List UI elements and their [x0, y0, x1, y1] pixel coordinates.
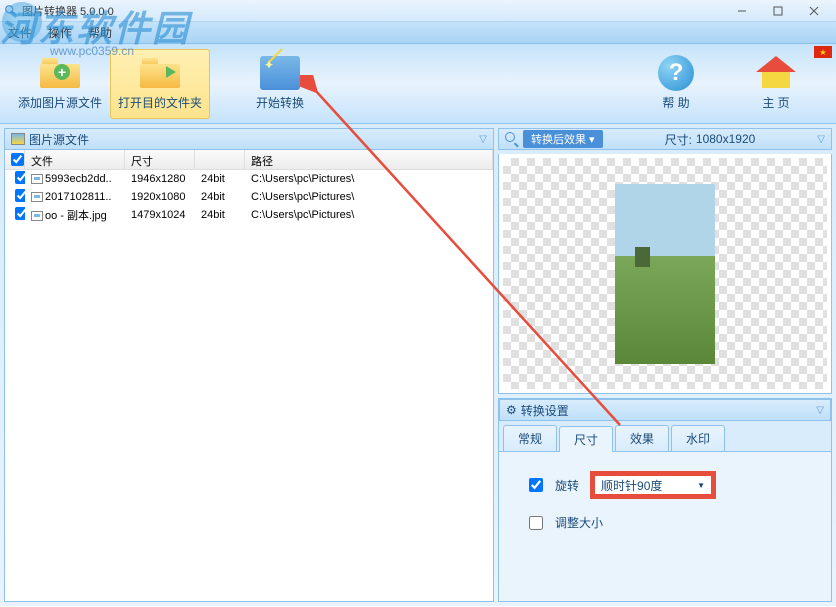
china-flag-icon[interactable]: ★ — [814, 46, 832, 58]
open-folder-button[interactable]: 打开目的文件夹 — [110, 49, 210, 119]
col-checkbox[interactable] — [5, 150, 25, 169]
col-path[interactable]: 路径 — [245, 150, 493, 169]
start-convert-label: 开始转换 — [256, 94, 304, 111]
tab-watermark[interactable]: 水印 — [671, 425, 725, 451]
list-header: 文件 尺寸 路径 — [5, 150, 493, 170]
file-icon — [31, 211, 43, 221]
file-icon — [31, 192, 43, 202]
rotate-label: 旋转 — [555, 477, 579, 494]
magnifier-icon — [505, 132, 519, 146]
home-icon — [756, 56, 796, 90]
title-bar: 图片转换器 5.0.0.0 — [0, 0, 836, 22]
row-checkbox[interactable] — [15, 207, 25, 220]
source-panel-header: 图片源文件 ▽ — [4, 128, 494, 150]
open-folder-label: 打开目的文件夹 — [118, 94, 202, 111]
add-source-button[interactable]: + 添加图片源文件 — [10, 49, 110, 119]
help-icon: ? — [658, 55, 694, 91]
preview-box — [498, 154, 832, 394]
collapse-icon[interactable]: ▽ — [817, 134, 825, 145]
menu-help[interactable]: 帮助 — [88, 24, 112, 41]
source-panel-title: 图片源文件 — [29, 131, 89, 148]
folder-arrow-icon — [140, 58, 180, 88]
settings-tabs: 常规 尺寸 效果 水印 — [499, 421, 831, 452]
tab-effect[interactable]: 效果 — [615, 425, 669, 451]
home-button[interactable]: 主 页 — [726, 49, 826, 119]
col-size[interactable]: 尺寸 — [125, 150, 195, 169]
col-bit[interactable] — [195, 150, 245, 169]
gear-icon: ⚙ — [506, 403, 517, 417]
collapse-icon[interactable]: ▽ — [479, 134, 487, 145]
table-row[interactable]: 2017102811.. 1920x1080 24bit C:\Users\pc… — [5, 188, 493, 206]
rotate-checkbox[interactable] — [529, 478, 543, 492]
file-icon — [31, 174, 43, 184]
minimize-button[interactable] — [724, 2, 760, 20]
help-label: 帮 助 — [662, 94, 689, 111]
row-checkbox[interactable] — [15, 171, 25, 184]
table-row[interactable]: oo - 副本.jpg 1479x1024 24bit C:\Users\pc\… — [5, 206, 493, 224]
resize-checkbox[interactable] — [529, 516, 543, 530]
preview-tag[interactable]: 转换后效果 ▾ — [523, 130, 603, 148]
col-file[interactable]: 文件 — [25, 150, 125, 169]
dim-value: 1080x1920 — [696, 132, 755, 146]
menu-bar: 文件 操作 帮助 — [0, 22, 836, 44]
settings-header: ⚙ 转换设置 ▽ — [499, 399, 831, 421]
home-label: 主 页 — [762, 94, 789, 111]
file-list: 文件 尺寸 路径 5993ecb2dd.. 1946x1280 24bit C:… — [4, 150, 494, 602]
close-button[interactable] — [796, 2, 832, 20]
add-source-label: 添加图片源文件 — [18, 94, 102, 111]
window-title: 图片转换器 5.0.0.0 — [22, 3, 724, 19]
preview-image — [503, 158, 827, 389]
tab-size[interactable]: 尺寸 — [559, 426, 613, 452]
preview-panel-header: 转换后效果 ▾ 尺寸: 1080x1920 ▽ — [498, 128, 832, 150]
wand-icon — [260, 56, 300, 90]
image-icon — [11, 133, 25, 145]
table-row[interactable]: 5993ecb2dd.. 1946x1280 24bit C:\Users\pc… — [5, 170, 493, 188]
folder-plus-icon: + — [40, 58, 80, 88]
toolbar: + 添加图片源文件 打开目的文件夹 开始转换 ? 帮 助 主 页 ★ — [0, 44, 836, 124]
menu-operate[interactable]: 操作 — [48, 24, 72, 41]
collapse-icon[interactable]: ▽ — [816, 405, 824, 416]
help-button[interactable]: ? 帮 助 — [626, 49, 726, 119]
start-convert-button[interactable]: 开始转换 — [230, 49, 330, 119]
resize-label: 调整大小 — [555, 514, 603, 531]
rotate-dropdown[interactable]: 顺时针90度▼ — [593, 474, 713, 496]
dim-label: 尺寸: — [665, 131, 692, 148]
highlight-box: 顺时针90度▼ — [591, 472, 715, 498]
tab-general[interactable]: 常规 — [503, 425, 557, 451]
maximize-button[interactable] — [760, 2, 796, 20]
row-checkbox[interactable] — [15, 189, 25, 202]
settings-title: 转换设置 — [521, 402, 569, 419]
tab-content-size: 旋转 顺时针90度▼ 调整大小 — [499, 452, 831, 567]
